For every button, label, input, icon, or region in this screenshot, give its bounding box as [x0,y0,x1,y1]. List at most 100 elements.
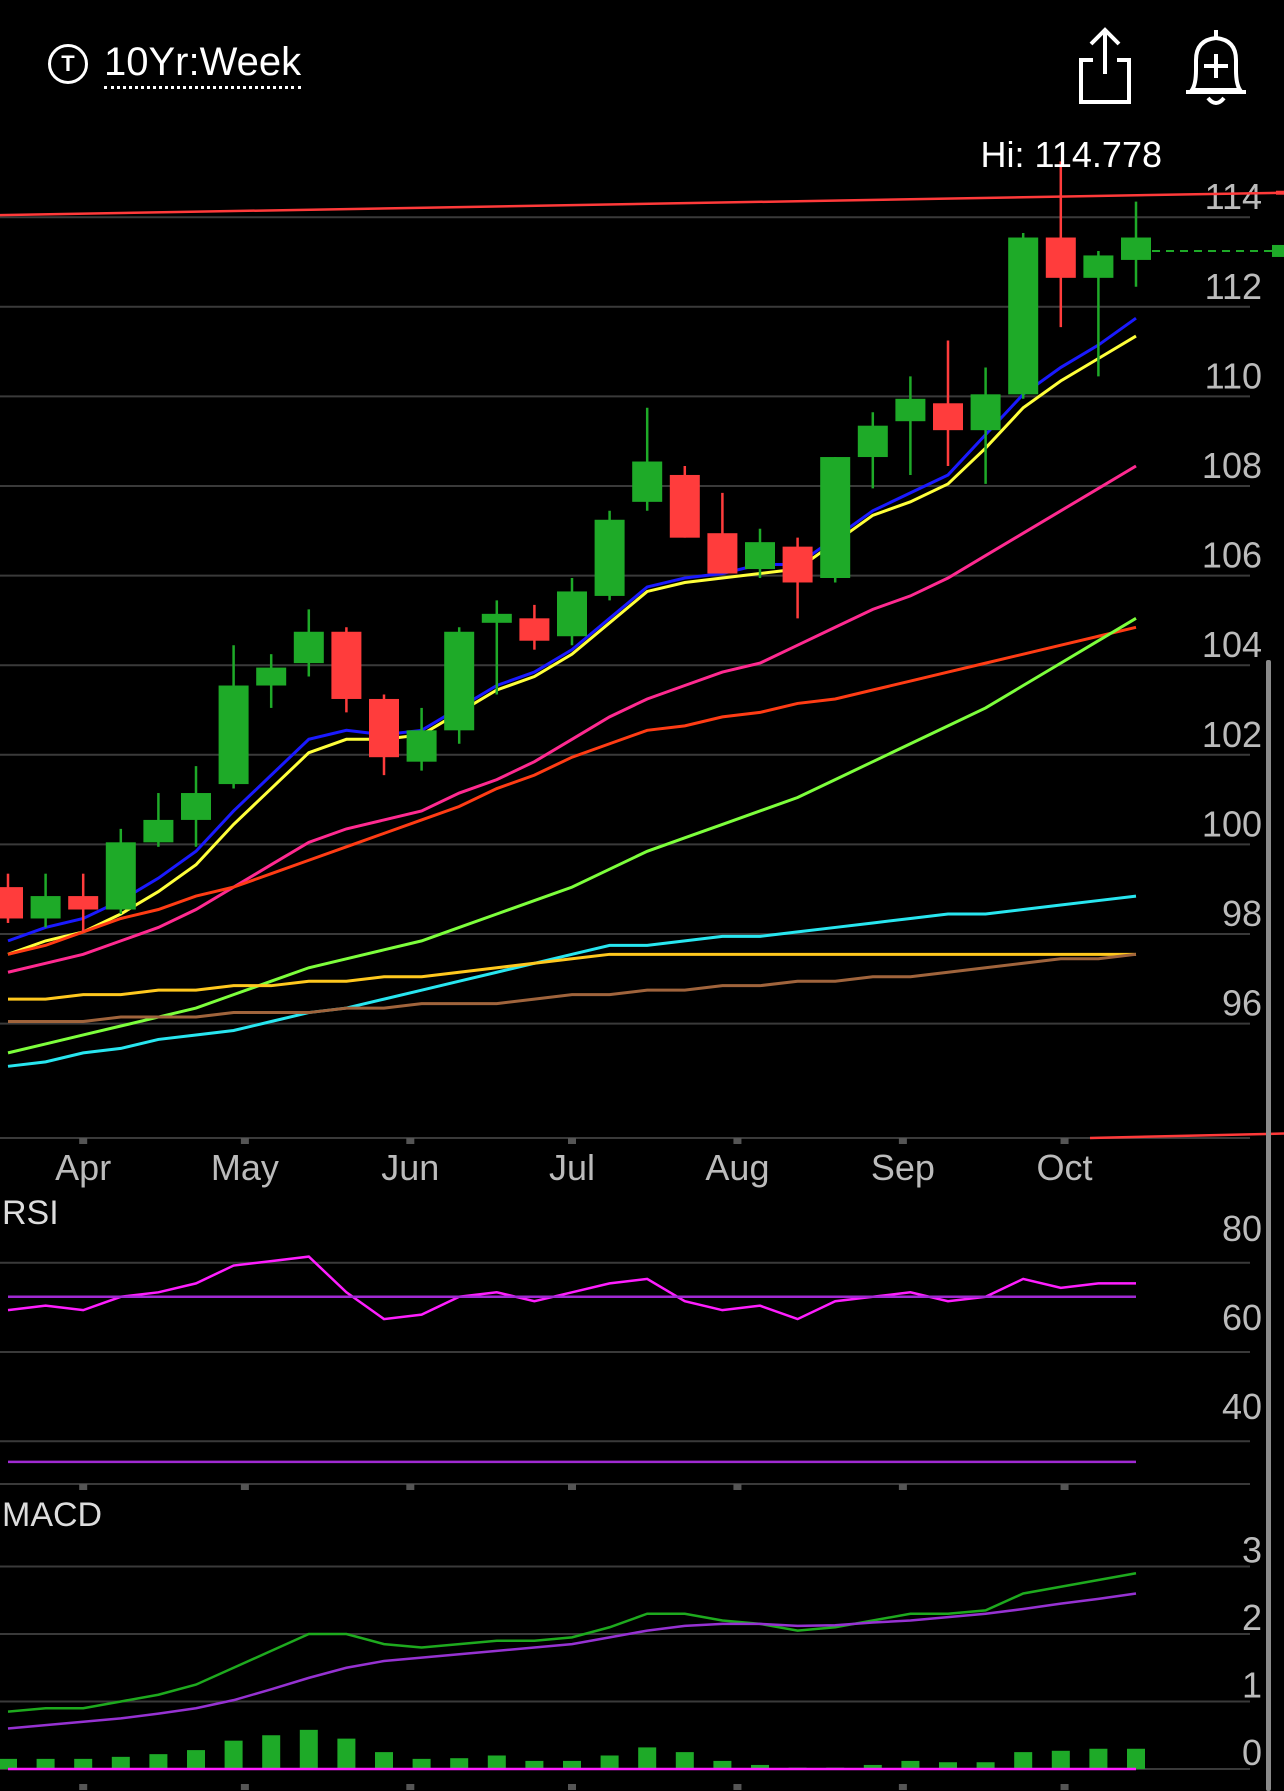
x-tick-mark [733,1138,742,1144]
candle-up [105,842,136,910]
macd-x-tick-mark [898,1784,907,1790]
candle-up [256,667,287,686]
candle-up [745,542,775,570]
rsi-x-tick-mark [240,1484,249,1490]
macd-histogram-bar [36,1758,55,1769]
price-axis-tick: 106 [1202,535,1262,576]
candle-up [820,457,851,578]
x-tick-mark [1060,1138,1069,1144]
macd-histogram-bar [149,1754,168,1769]
x-tick-mark [898,1138,907,1144]
x-axis-month-label: Jul [549,1147,595,1188]
macd-x-tick-mark [568,1784,576,1790]
candle-up [557,591,587,637]
macd-histogram-bar [224,1740,243,1769]
price-axis-tick: 96 [1222,983,1262,1024]
high-value-label: Hi: 114.778 [980,134,1162,175]
bell-plus-icon[interactable] [1180,24,1252,108]
upper-trendline [0,191,1284,217]
x-axis-month-label: Oct [1037,1147,1093,1188]
macd-histogram-bar [375,1752,393,1769]
rsi-axis-tick: 60 [1222,1297,1262,1338]
candle-up [406,730,437,762]
moving-average-line [7,617,1137,1055]
price-axis-tick: 98 [1222,893,1262,934]
candle-up [1008,237,1039,395]
moving-average-line [7,464,1137,974]
candle-down [369,698,399,758]
last-price-marker [1272,244,1284,257]
macd-histogram-bar [412,1758,431,1769]
vertical-scrollbar [1266,660,1271,1791]
macd-histogram-bar [299,1729,318,1769]
macd-x-tick-mark [1060,1784,1069,1790]
candle-up [444,631,475,731]
candle-down [782,546,813,583]
candle-up [1083,255,1114,278]
macd-axis-tick: 2 [1242,1597,1262,1638]
macd-x-tick-mark [240,1784,249,1790]
x-axis-month-label: Apr [55,1147,111,1188]
macd-histogram-bar [187,1750,205,1769]
chart-canvas[interactable]: 1141121101081061041021009896Apr May Jun Jul… [0,0,1284,1791]
x-axis-month-label: Aug [705,1147,769,1188]
candle-up [481,613,512,623]
macd-x-tick-mark [406,1784,415,1790]
header-bar: T 10Yr:Week [0,0,1284,130]
macd-histogram-bar [74,1758,93,1769]
candle-down [707,533,738,574]
candle-up [594,519,625,596]
rsi-axis-tick: 80 [1222,1208,1262,1249]
x-axis-month-label: May [211,1147,279,1188]
macd-histogram-bar [1127,1748,1145,1769]
candle-down [519,618,550,641]
rsi-x-tick-mark [568,1484,576,1490]
macd-panel-label: MACD [2,1496,102,1534]
rsi-x-tick-mark [406,1484,415,1490]
candle-down [68,896,99,910]
price-axis-tick: 102 [1202,714,1262,755]
candle-up [293,631,324,664]
moving-average-line [7,894,1137,1068]
rsi-axis-tick: 40 [1222,1386,1262,1427]
price-axis-tick: 104 [1202,624,1262,665]
x-tick-mark [406,1138,415,1144]
trendline-price-marker [1276,190,1284,195]
candle-down [669,474,700,538]
macd-axis-tick: 1 [1242,1665,1262,1706]
rsi-panel-label: RSI [2,1194,59,1232]
macd-histogram-bar [337,1738,356,1769]
macd-line [7,1592,1137,1730]
macd-histogram-bar [450,1758,469,1769]
macd-axis-tick: 3 [1242,1530,1262,1571]
candle-up [632,461,663,502]
candle-down [331,631,362,699]
symbol-timeframe-title[interactable]: 10Yr:Week [104,40,302,89]
rsi-line [7,1255,1136,1321]
rsi-x-tick-mark [733,1484,742,1490]
macd-histogram-bar [1051,1750,1070,1769]
candle-down [1045,237,1076,278]
candle-up [181,793,211,820]
price-axis-tick: 114 [1205,176,1262,217]
moving-average-line [8,952,1136,1001]
rsi-x-tick-mark [1060,1484,1069,1490]
moving-average-line [7,625,1137,956]
candle-up [143,819,174,843]
share-icon[interactable] [1075,26,1135,106]
ticker-type-icon: T [48,44,88,84]
macd-histogram-bar [0,1758,17,1769]
candle-up [218,685,249,785]
x-tick-mark [79,1138,88,1144]
macd-histogram-bar [262,1735,281,1769]
candle-down [933,403,963,431]
macd-x-tick-mark [79,1784,88,1790]
macd-line [7,1572,1137,1713]
macd-histogram-bar [675,1752,694,1769]
macd-histogram-bar [487,1755,506,1769]
candle-up [895,398,926,422]
x-axis-month-label: Sep [871,1147,935,1188]
candle-down [0,887,23,919]
rsi-x-tick-mark [79,1484,88,1490]
price-axis-tick: 110 [1205,355,1262,396]
